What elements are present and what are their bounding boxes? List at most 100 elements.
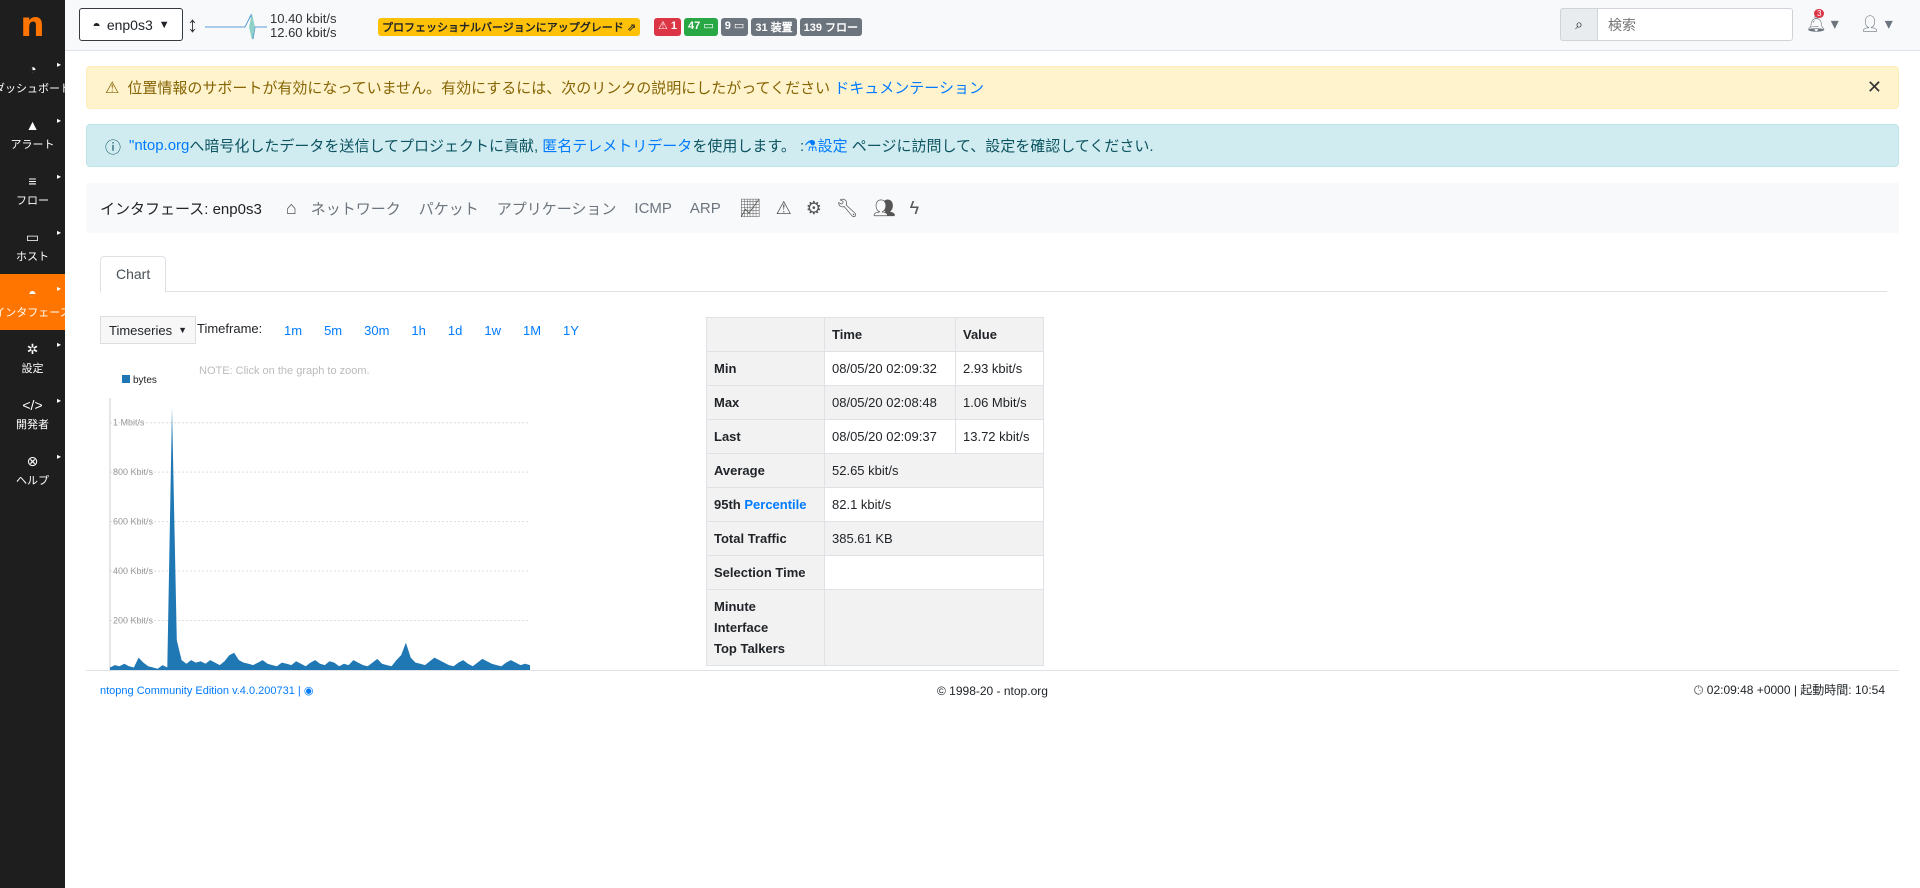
sidebar-item-label: インタフェース (0, 306, 65, 319)
y-tick-label: 200 Kbit/s (113, 616, 154, 626)
traffic-chart[interactable]: NOTE: Click on the graph to zoom. bytes … (100, 358, 660, 673)
percentile-link[interactable]: Percentile (744, 497, 806, 512)
documentation-link[interactable]: ドキュメンテーション (834, 77, 984, 98)
alerts-badge[interactable]: ⚠ 1 (654, 18, 682, 36)
info-icon: ⓘ (105, 139, 122, 157)
tab-chart[interactable]: Chart (100, 256, 167, 293)
nav-applications[interactable]: アプリケーション (497, 198, 617, 219)
sidebar-item-5[interactable]: ✲ 設定 ▸ (0, 330, 65, 386)
area-chart-icon[interactable]: 📈︎ (739, 198, 762, 219)
timeseries-dropdown[interactable]: Timeseries ▼ (100, 316, 197, 344)
upgrade-badge[interactable]: プロフェッショナルバージョンにアップグレード ⇗ (378, 18, 641, 36)
tab-bar: Chart (100, 256, 1887, 293)
flows-icon: ≡ (28, 172, 37, 189)
bolt-icon[interactable]: ϟ (910, 198, 920, 219)
info-text-1: へ暗号化したデータを送信してプロジェクトに貢献, (189, 138, 539, 155)
table-row: 95th Percentile 82.1 kbit/s (706, 487, 1044, 522)
sidebar-item-4[interactable]: ◓ インタフェース ▸ (0, 274, 65, 330)
sidebar-item-0[interactable]: ◔ ダッシュボード ▸ (0, 50, 65, 106)
caret-down-icon: ▼ (158, 18, 170, 31)
gear-icon[interactable]: ⚙ (806, 198, 822, 219)
wrench-icon[interactable]: 🔧︎ (836, 198, 859, 219)
timeframe-1m[interactable]: 1m (284, 323, 302, 338)
nav-arp[interactable]: ARP (690, 200, 721, 217)
notification-count: 3 (1814, 9, 1825, 18)
nav-network[interactable]: ネットワーク (311, 198, 401, 219)
caret-right-icon: ▸ (56, 228, 61, 237)
timeframe-links: 1m 5m 30m 1h 1d 1w 1M 1Y (284, 323, 601, 338)
nav-packets[interactable]: パケット (419, 198, 479, 219)
footer-copyright: © 1998-20 - ntop.org (937, 684, 1048, 698)
timeframe-1d[interactable]: 1d (448, 323, 462, 338)
percentile-label: 95th Percentile (706, 487, 825, 522)
timeframe-label: Timeframe: (197, 321, 263, 336)
warning-text: 位置情報のサポートが有効になっていません。有効にするには、次のリンクの説明にした… (127, 80, 831, 97)
total-traffic-value: 385.61 KB (824, 521, 1044, 556)
geolocation-warning: ⚠ 位置情報のサポートが有効になっていません。有効にするには、次のリンクの説明に… (86, 66, 1899, 109)
info-text-2: を使用します。 : (692, 138, 805, 155)
search-input[interactable] (1598, 8, 1793, 41)
sidebar-item-1[interactable]: ▲ アラート ▸ (0, 106, 65, 162)
min-label: Min (706, 351, 825, 386)
code-icon: </> (22, 396, 43, 413)
timeframe-5m[interactable]: 5m (324, 323, 342, 338)
ntop-link[interactable]: "ntop.org (129, 137, 189, 154)
table-row: Max 08/05/20 02:08:48 1.06 Mbit/s (706, 385, 1044, 420)
timeframe-1w[interactable]: 1w (484, 323, 501, 338)
users-icon[interactable]: 👥︎ (873, 198, 896, 219)
notifications-bell-icon[interactable]: 🔔︎ 3 ▾ (1806, 9, 1839, 34)
footer-version[interactable]: ntopng Community Edition v.4.0.200731 | … (100, 684, 313, 697)
flows-badge[interactable]: 139 フロー (799, 18, 863, 36)
footer-uptime: 🕓︎ 02:09:48 +0000 | 起動時間: 10:54 (1693, 683, 1885, 697)
local-hosts-badge[interactable]: 9 ▭ (720, 18, 749, 36)
close-icon[interactable]: ✕ (1867, 77, 1882, 98)
user-menu-icon[interactable]: 👤︎ ▾ (1860, 14, 1893, 34)
timeframe-1M[interactable]: 1M (523, 323, 541, 338)
timeframe-1Y[interactable]: 1Y (563, 323, 579, 338)
sidebar-item-3[interactable]: ▭ ホスト ▸ (0, 218, 65, 274)
sidebar-item-label: ヘルプ (16, 474, 49, 487)
timeframe-1h[interactable]: 1h (411, 323, 425, 338)
max-label: Max (706, 385, 825, 420)
dashboard-icon: ◔ (28, 60, 37, 77)
warning-icon: ▲ (25, 116, 40, 133)
sidebar-item-2[interactable]: ≡ フロー ▸ (0, 162, 65, 218)
last-time: 08/05/20 02:09:37 (824, 419, 956, 454)
y-tick-label: 400 Kbit/s (113, 566, 154, 576)
caret-right-icon: ▸ (56, 340, 61, 349)
github-icon[interactable]: ◉ (304, 685, 314, 697)
home-icon[interactable]: ⌂ (286, 198, 297, 219)
preferences-link[interactable]: ⚗設定 (804, 135, 847, 156)
warning-icon[interactable]: ⚠ (776, 198, 792, 219)
upgrade-label: プロフェッショナルバージョンにアップグレード (382, 22, 624, 34)
external-link-icon: ⇗ (626, 22, 637, 34)
bytes-area-series (110, 407, 530, 670)
laptop-icon: ▭ (25, 228, 40, 245)
total-traffic-label: Total Traffic (706, 521, 825, 556)
warning-icon: ⚠ (105, 79, 120, 97)
flask-icon: ⚗ (804, 138, 818, 155)
sidebar-item-6[interactable]: </> 開発者 ▸ (0, 386, 65, 442)
selection-time-value (824, 555, 1044, 590)
hosts-badge[interactable]: 47 ▭ (684, 18, 718, 36)
ntop-logo[interactable]: n (0, 0, 65, 50)
sidebar-item-label: 開発者 (16, 418, 49, 431)
y-tick-label: 600 Kbit/s (113, 517, 154, 527)
sidebar: n ◔ ダッシュボード ▸ ▲ アラート ▸ ≡ フロー ▸ ▭ ホスト ▸ ◓ インタフェース ▸ ✲ 設定 ▸… (0, 0, 65, 888)
throughput-sparkline (205, 13, 267, 40)
devices-badge[interactable]: 31 装置 (751, 18, 797, 36)
search-icon[interactable]: ⌕ (1560, 8, 1598, 41)
top-navbar: ◓ enp0s3 ▼ ↕ 10.40 kbit/s 12.60 kbit/s プ… (65, 0, 1920, 51)
sidebar-item-7[interactable]: ⊗ ヘルプ ▸ (0, 442, 65, 498)
top-talkers-label: Minute Interface Top Talkers (706, 589, 825, 666)
gear-icon: ✲ (26, 340, 39, 357)
table-row: Last 08/05/20 02:09:37 13.72 kbit/s (706, 419, 1044, 454)
interface-dropdown[interactable]: ◓ enp0s3 ▼ (79, 8, 183, 41)
interface-title: インタフェース: enp0s3 (100, 200, 262, 218)
last-value: 13.72 kbit/s (955, 419, 1044, 454)
nav-icmp[interactable]: ICMP (634, 200, 672, 217)
header-time: Time (824, 317, 956, 352)
table-row: Selection Time (706, 555, 1044, 590)
timeframe-30m[interactable]: 30m (364, 323, 389, 338)
telemetry-link[interactable]: 匿名テレメトリデータ (542, 135, 692, 156)
